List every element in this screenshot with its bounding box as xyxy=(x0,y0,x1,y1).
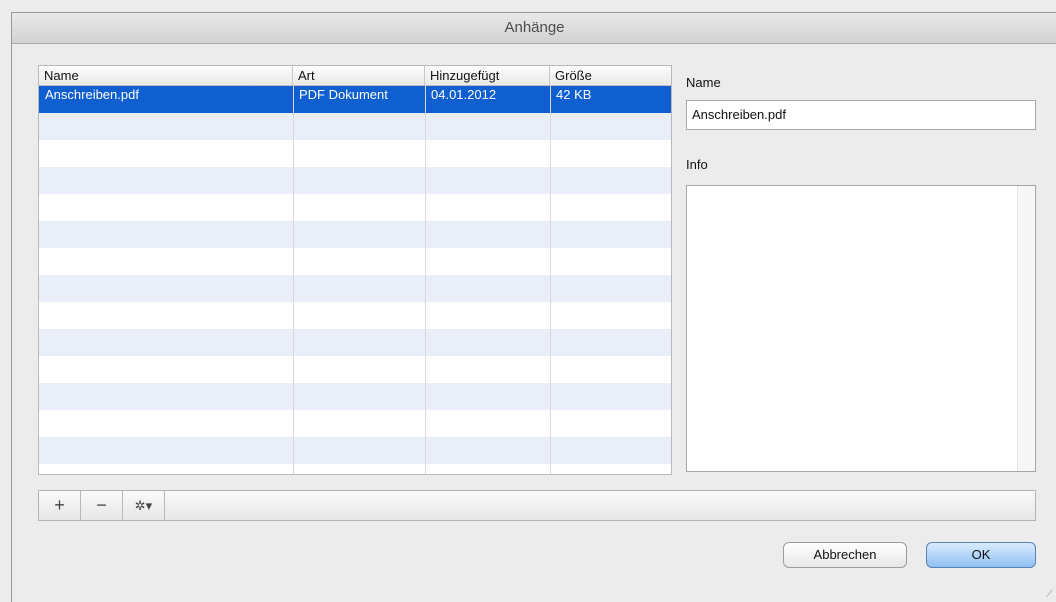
gear-icon: ✲▾ xyxy=(134,497,153,513)
empty-row xyxy=(39,329,671,356)
empty-row xyxy=(39,410,671,437)
actions-menu-button[interactable]: ✲▾ xyxy=(123,491,165,520)
empty-row xyxy=(39,383,671,410)
table-header: Name Art Hinzugefügt Größe xyxy=(39,66,671,86)
attachments-table[interactable]: Name Art Hinzugefügt Größe Anschreiben.p… xyxy=(38,65,672,475)
name-field[interactable]: Anschreiben.pdf xyxy=(686,100,1036,130)
cell-size: 42 KB xyxy=(556,87,592,102)
empty-row xyxy=(39,464,671,474)
column-divider xyxy=(293,86,294,474)
title-bar: Anhänge xyxy=(12,13,1056,44)
cell-name: Anschreiben.pdf xyxy=(45,87,139,102)
empty-row xyxy=(39,356,671,383)
remove-attachment-button[interactable]: − xyxy=(81,491,123,520)
cell-added: 04.01.2012 xyxy=(431,87,497,102)
column-header-added[interactable]: Hinzugefügt xyxy=(425,66,550,85)
attachment-button-bar: + − ✲▾ xyxy=(38,490,1036,521)
minus-icon: − xyxy=(96,495,107,515)
table-rows: Anschreiben.pdf PDF Dokument 04.01.2012 … xyxy=(39,86,671,474)
empty-row xyxy=(39,140,671,167)
empty-row xyxy=(39,248,671,275)
plus-icon: + xyxy=(54,495,65,515)
window-title: Anhänge xyxy=(504,19,565,36)
add-attachment-button[interactable]: + xyxy=(39,491,81,520)
column-header-name[interactable]: Name xyxy=(39,66,293,85)
empty-row xyxy=(39,221,671,248)
column-header-type[interactable]: Art xyxy=(293,66,425,85)
empty-row xyxy=(39,275,671,302)
column-divider xyxy=(550,86,551,474)
column-header-size[interactable]: Größe xyxy=(550,66,671,85)
column-divider xyxy=(425,86,426,474)
empty-row xyxy=(39,194,671,221)
resize-grip-icon[interactable]: ⟋ xyxy=(1046,589,1053,600)
info-label: Info xyxy=(686,157,708,172)
name-label: Name xyxy=(686,75,721,90)
info-text xyxy=(687,186,1035,194)
table-row[interactable]: Anschreiben.pdf PDF Dokument 04.01.2012 … xyxy=(39,86,671,113)
empty-row xyxy=(39,113,671,140)
empty-row xyxy=(39,437,671,464)
info-textarea[interactable] xyxy=(686,185,1036,472)
cancel-button[interactable]: Abbrechen xyxy=(783,542,907,568)
empty-row xyxy=(39,302,671,329)
info-scrollbar[interactable] xyxy=(1017,186,1035,471)
ok-button[interactable]: OK xyxy=(926,542,1036,568)
cell-type: PDF Dokument xyxy=(299,87,388,102)
attachments-dialog: Anhänge Name Art Hinzugefügt Größe Ansch… xyxy=(11,12,1056,602)
empty-row xyxy=(39,167,671,194)
